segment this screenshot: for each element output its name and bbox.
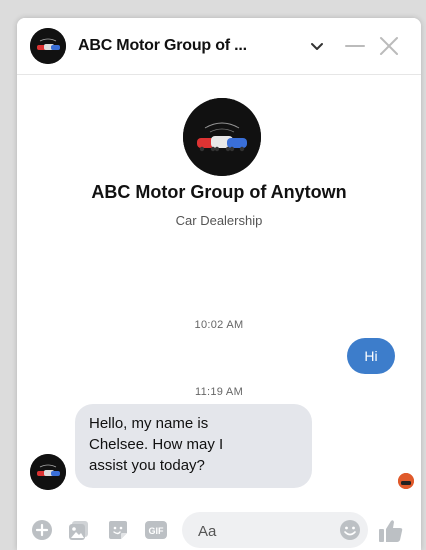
profile-subtitle: Car Dealership (175, 213, 263, 228)
car-logo-icon (183, 98, 261, 176)
photo-icon[interactable] (68, 519, 90, 541)
thumbs-up-icon[interactable] (377, 517, 405, 545)
incoming-message-bubble[interactable]: Hello, my name is Chelsee. How may I ass… (75, 404, 312, 488)
read-receipt-avatar (398, 473, 414, 489)
chevron-down-icon[interactable] (304, 32, 330, 60)
profile-name: ABC Motor Group of Anytown (91, 182, 347, 202)
message-timestamp: 10:02 AM (194, 319, 244, 331)
gif-icon[interactable]: GIF (145, 519, 167, 541)
svg-text:GIF: GIF (149, 526, 165, 536)
profile-avatar[interactable] (183, 98, 261, 176)
plus-icon[interactable] (31, 519, 53, 541)
sticker-icon[interactable] (107, 519, 129, 541)
seen-icon (398, 473, 414, 489)
message-input[interactable] (196, 512, 330, 550)
minimize-icon[interactable] (342, 32, 368, 60)
close-icon[interactable] (376, 32, 402, 60)
outgoing-message-bubble[interactable]: Hi (347, 338, 395, 374)
sender-avatar (30, 454, 66, 490)
header-avatar (30, 28, 66, 64)
car-logo-icon (30, 28, 66, 64)
emoji-icon[interactable] (339, 519, 361, 541)
header-title[interactable]: ABC Motor Group of ... (78, 37, 247, 55)
message-timestamp: 11:19 AM (194, 386, 244, 398)
car-logo-icon (30, 454, 66, 490)
chat-window: ABC Motor Group of ... ABC Motor Group o… (17, 18, 421, 550)
chat-header[interactable]: ABC Motor Group of ... (17, 18, 421, 75)
message-input-container[interactable] (182, 512, 368, 550)
message-composer: GIF (17, 510, 421, 550)
